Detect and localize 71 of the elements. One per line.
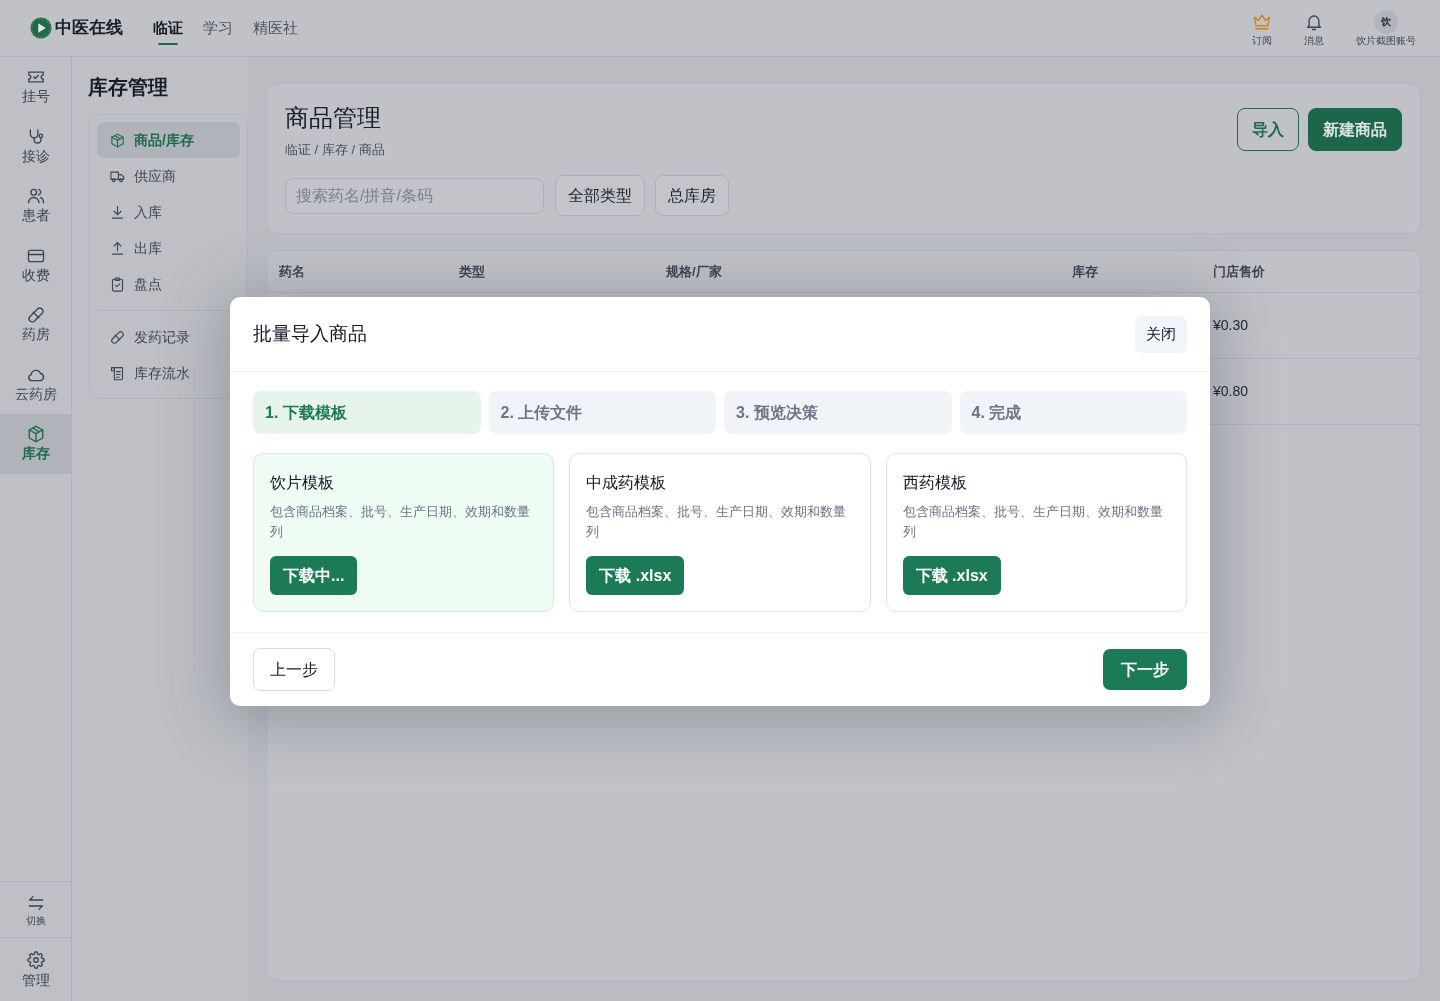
submenu-item[interactable]: 发药记录 — [97, 319, 230, 355]
table-cell-text: ¥0.80 — [1213, 382, 1250, 401]
truck-icon — [110, 168, 125, 184]
template-title: 西药模板 — [902, 473, 968, 493]
template-description: 包含商品档案、批号、生产日期、效期和数量列 — [586, 503, 848, 541]
users-icon — [26, 187, 45, 205]
rail-item[interactable]: 管理 — [0, 937, 71, 1001]
template-title: 饮片模板 — [270, 473, 335, 493]
template-description: 包含商品档案、批号、生产日期、效期和数量列 — [270, 503, 531, 541]
play-logo-icon — [30, 17, 52, 39]
box-icon — [26, 425, 45, 443]
account-button[interactable]: 饮 饮片截图账号 — [1356, 13, 1416, 48]
step-indicator: 3. 预览决策 — [724, 391, 952, 434]
nav-tab[interactable]: 精医社 — [253, 11, 298, 45]
pill-icon — [26, 306, 45, 324]
download-button[interactable]: 下载 .xlsx — [902, 556, 1001, 595]
user-avatar: 饮 — [1374, 10, 1398, 34]
submenu-item[interactable]: 库存流水 — [97, 355, 230, 391]
download-button[interactable]: 下载中... — [270, 556, 358, 595]
filter-dropdown[interactable]: 总库房 — [655, 175, 729, 216]
template-description: 包含商品档案、批号、生产日期、效期和数量列 — [902, 503, 1164, 541]
page-title: 商品管理 — [285, 103, 382, 133]
submenu-item[interactable]: 供应商 — [97, 158, 230, 194]
download-button[interactable]: 下载 .xlsx — [586, 556, 685, 595]
submenu-item[interactable]: 出库 — [97, 230, 230, 266]
breadcrumb-text: 临证 / 库存 / 商品 — [285, 141, 386, 159]
column-header: 规格/厂家 — [666, 262, 723, 281]
column-header: 类型 — [459, 262, 486, 281]
clipboard-check-icon — [110, 276, 125, 292]
nav-tab[interactable]: 学习 — [203, 11, 233, 45]
step-indicator: 1. 下载模板 — [253, 391, 481, 434]
box-icon — [110, 132, 125, 148]
new-item-button[interactable]: 新建商品 — [1308, 108, 1402, 151]
pill-icon — [110, 329, 125, 345]
rail-item[interactable]: 云药房 — [0, 354, 71, 414]
column-header: 门店售价 — [1213, 262, 1266, 281]
back-button[interactable]: 上一步 — [253, 648, 335, 691]
dialog-title: 批量导入商品 — [253, 322, 367, 346]
logo-text: 中医在线 — [55, 17, 123, 39]
upload-icon — [110, 240, 125, 256]
bell-icon — [1305, 13, 1323, 31]
section-title: 库存管理 — [88, 75, 169, 100]
template-title: 中成药模板 — [586, 473, 668, 493]
ticket-icon — [26, 68, 45, 86]
filter-dropdown[interactable]: 全部类型 — [555, 175, 645, 216]
messages-button[interactable]: 消息 — [1304, 13, 1324, 48]
gear-icon — [26, 951, 45, 969]
rail-item[interactable]: 收费 — [0, 235, 71, 295]
rail-item[interactable]: 切换 — [0, 881, 71, 937]
table-cell-text: ¥0.30 — [1213, 316, 1250, 335]
nav-tab[interactable]: 临证 — [153, 11, 183, 45]
column-header: 库存 — [1072, 262, 1099, 281]
step-indicator: 4. 完成 — [959, 391, 1187, 434]
next-button[interactable]: 下一步 — [1103, 649, 1187, 690]
submenu-item[interactable]: 入库 — [97, 194, 230, 230]
rail-item[interactable]: 药房 — [0, 295, 71, 355]
subscription-button[interactable]: 订阅 — [1252, 13, 1272, 48]
submenu-item[interactable]: 商品/库存 — [97, 122, 240, 158]
rail-item[interactable]: 患者 — [0, 176, 71, 236]
column-header: 药名 — [279, 262, 306, 281]
download-icon — [110, 204, 125, 220]
close-button[interactable]: 关闭 — [1135, 315, 1187, 353]
import-button[interactable]: 导入 — [1237, 108, 1299, 151]
rail-item[interactable]: 接诊 — [0, 116, 71, 176]
rail-item[interactable]: 挂号 — [0, 57, 71, 117]
search-field[interactable]: 搜索药名/拼音/条码 — [285, 177, 544, 214]
step-indicator: 2. 上传文件 — [488, 391, 716, 434]
crown-icon — [1253, 13, 1271, 31]
submenu-item[interactable]: 盘点 — [97, 266, 230, 302]
rail-item[interactable]: 库存 — [0, 414, 71, 474]
ledger-icon — [110, 365, 125, 381]
